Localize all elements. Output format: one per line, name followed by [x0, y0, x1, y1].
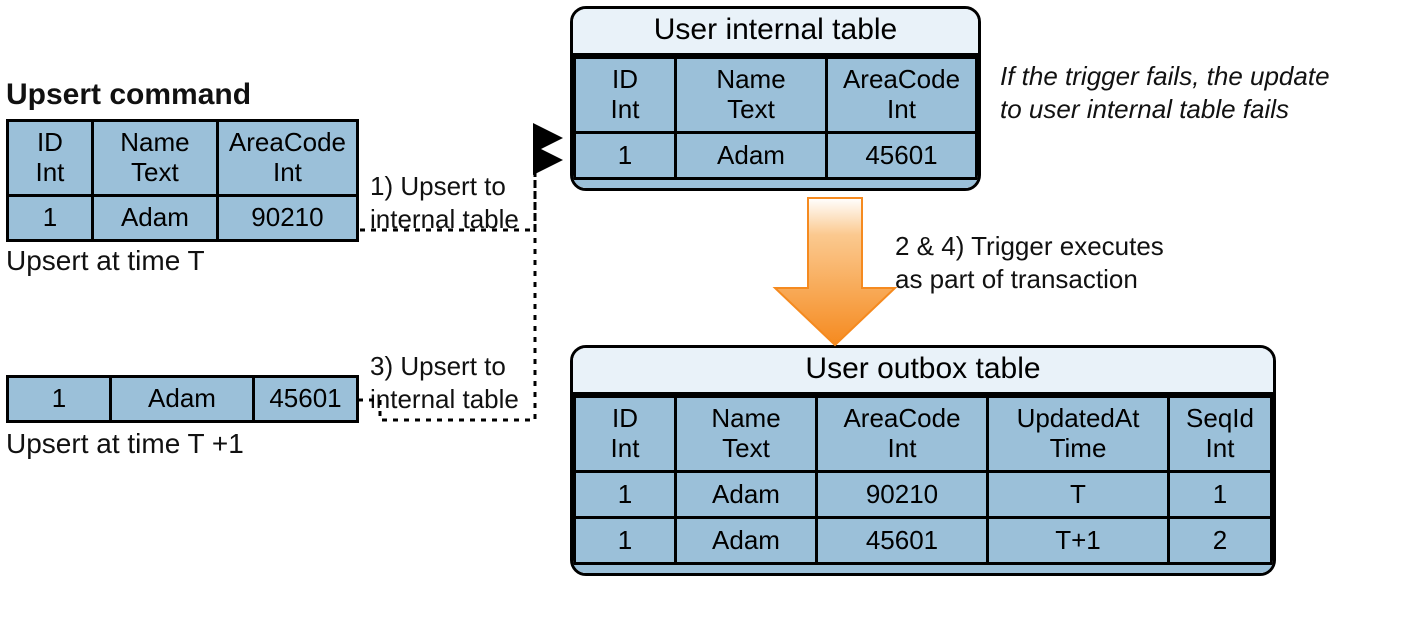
trigger-arrow-icon	[775, 198, 895, 345]
connectors-svg	[0, 0, 1409, 644]
arrow-upsert-1	[360, 138, 560, 230]
arrow-upsert-3	[358, 160, 560, 420]
